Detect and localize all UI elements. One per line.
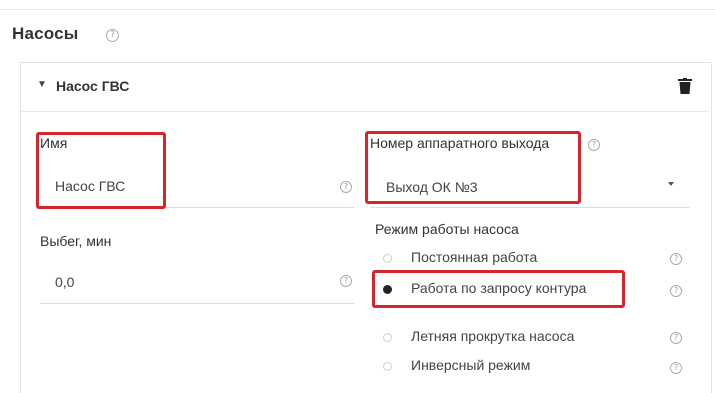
trash-icon[interactable]: [678, 78, 692, 94]
radio-inverse[interactable]: [383, 362, 392, 371]
help-icon[interactable]: ?: [670, 362, 682, 374]
help-icon[interactable]: ?: [670, 285, 682, 297]
radio-constant[interactable]: [383, 254, 392, 263]
overrun-input[interactable]: [40, 258, 355, 304]
help-icon[interactable]: ?: [670, 253, 682, 265]
radio-summer-rotation[interactable]: [383, 333, 392, 342]
help-icon[interactable]: ?: [340, 181, 352, 193]
pump-card-title[interactable]: Насос ГВС: [56, 78, 129, 94]
overrun-label: Выбег, мин: [40, 233, 112, 249]
top-divider: [0, 9, 715, 10]
option-inverse-label[interactable]: Инверсный режим: [411, 357, 530, 373]
section-title: Насосы: [12, 24, 79, 43]
overrun-input-value: 0,0: [55, 274, 75, 290]
collapse-caret-icon[interactable]: ▼: [37, 79, 47, 90]
help-icon[interactable]: ?: [670, 332, 682, 344]
highlight-box: [365, 131, 581, 204]
help-icon[interactable]: ?: [340, 275, 352, 287]
help-icon[interactable]: ?: [106, 29, 119, 42]
option-summer-rotation-label[interactable]: Летняя прокрутка насоса: [411, 328, 574, 344]
help-icon[interactable]: ?: [588, 139, 600, 151]
highlight-box: [36, 132, 166, 209]
option-constant-label[interactable]: Постоянная работа: [411, 249, 537, 265]
highlight-box: [372, 270, 625, 308]
chevron-down-icon[interactable]: [668, 182, 674, 186]
mode-label: Режим работы насоса: [375, 221, 519, 237]
